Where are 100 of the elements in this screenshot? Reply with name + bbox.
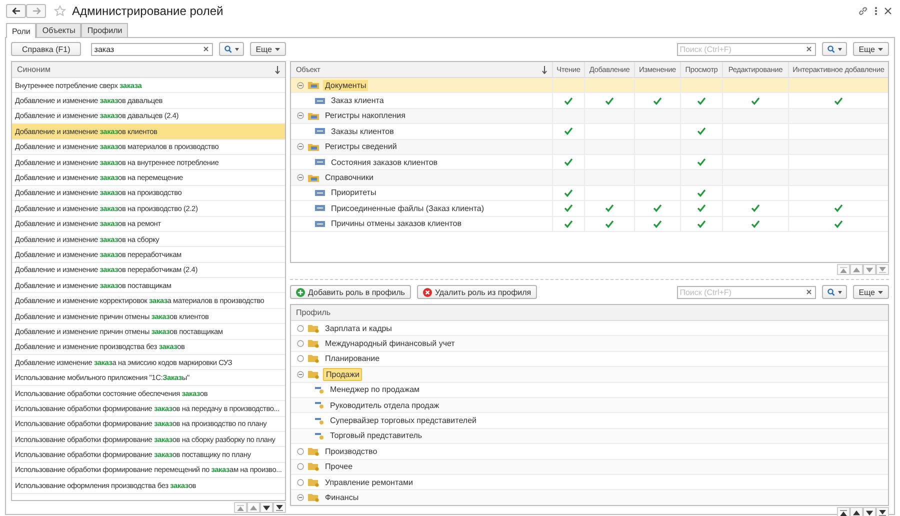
first-icon (840, 510, 847, 516)
more-button[interactable]: Еще (852, 42, 889, 56)
folder-icon (308, 339, 319, 348)
collapse-icon[interactable] (297, 143, 304, 150)
down-arrow-icon (866, 510, 873, 516)
profile-name[interactable]: Планирование (323, 353, 382, 364)
more-button[interactable]: Еще (250, 42, 286, 56)
more-button[interactable]: Еще (852, 285, 889, 299)
help-button[interactable]: Справка (F1) (11, 42, 82, 56)
role-name[interactable]: Торговый представитель (330, 431, 422, 440)
folder-icon (308, 112, 319, 120)
search-button[interactable] (822, 285, 847, 299)
caret-icon (878, 48, 883, 50)
sort-arrow-icon (275, 66, 280, 74)
profile-name[interactable]: Прочее (323, 461, 355, 472)
group-name[interactable]: Регистры сведений (323, 141, 399, 152)
group-name[interactable]: Регистры накопления (323, 110, 408, 122)
add-role-button[interactable]: Добавить роль в профиль (290, 285, 411, 299)
collapse-icon[interactable] (297, 174, 304, 182)
expand-icon[interactable] (297, 448, 304, 455)
object-name[interactable]: Заказы клиентов (331, 126, 394, 136)
check-icon (605, 96, 614, 105)
search-icon (826, 288, 835, 296)
column-header[interactable]: Синоним (12, 62, 285, 78)
column-header[interactable]: Профиль (291, 305, 888, 321)
object-name[interactable]: Состояния заказов клиентов (331, 158, 438, 167)
role-icon (315, 386, 324, 394)
group-name[interactable]: Документы (323, 80, 368, 91)
profile-name[interactable]: Международный финансовый учет (323, 338, 457, 350)
object-icon (315, 190, 325, 196)
up-arrow-icon (853, 510, 860, 516)
check-icon (653, 96, 662, 105)
profile-name[interactable]: Зарплата и кадры (323, 322, 394, 334)
object-icon (315, 128, 325, 134)
object-name[interactable]: Приоритеты (331, 188, 376, 198)
object-name[interactable]: Заказ клиента (331, 96, 384, 106)
role-name[interactable]: Менеджер по продажам (330, 385, 420, 394)
down-button[interactable] (260, 502, 273, 513)
remove-role-button[interactable]: Удалить роль из профиля (416, 285, 538, 299)
caret-icon (234, 48, 239, 50)
check-icon (697, 127, 706, 136)
clear-icon[interactable] (806, 46, 812, 52)
folder-icon (308, 492, 319, 502)
expand-icon[interactable] (297, 478, 304, 486)
collapse-icon[interactable] (297, 82, 304, 89)
object-icon (315, 159, 325, 166)
search-icon (224, 45, 232, 53)
last-icon (879, 510, 886, 516)
object-name[interactable]: Причины отмены заказов клиентов (331, 219, 462, 228)
clear-icon[interactable] (202, 46, 209, 52)
expand-icon[interactable] (297, 355, 304, 362)
last-button[interactable] (273, 502, 286, 513)
star-icon[interactable] (54, 5, 66, 17)
profile-name[interactable]: Продажи (323, 368, 362, 381)
group-name[interactable]: Справочники (323, 172, 376, 184)
role-name[interactable]: Супервайзер торговых представителей (330, 416, 476, 426)
folder-icon (308, 324, 319, 333)
search-button[interactable] (218, 42, 244, 56)
link-icon[interactable] (858, 6, 868, 16)
last-button[interactable] (876, 507, 889, 516)
clear-icon[interactable] (806, 289, 812, 295)
up-arrow-icon (853, 266, 860, 272)
search-button[interactable] (822, 42, 847, 56)
folder-icon (308, 478, 319, 487)
caret-icon (838, 290, 842, 294)
tab[interactable]: Объекты (36, 23, 82, 37)
object-icon (315, 98, 325, 104)
profile-name[interactable]: Финансы (323, 492, 361, 503)
tab[interactable]: Профили (81, 23, 128, 37)
collapse-icon[interactable] (297, 112, 304, 120)
down-button[interactable] (863, 507, 876, 516)
expand-icon[interactable] (297, 494, 304, 501)
folder-icon (308, 370, 319, 379)
tab[interactable]: Роли (6, 23, 36, 38)
check-icon (564, 158, 573, 166)
object-name[interactable]: Присоединенные файлы (Заказ клиента) (331, 204, 484, 213)
search-icon (826, 45, 835, 53)
role-name[interactable]: Руководитель отдела продаж (330, 400, 440, 410)
object-icon (315, 220, 325, 227)
expand-icon[interactable] (297, 340, 304, 348)
window-title: Администрирование ролей (72, 4, 224, 18)
expand-icon[interactable] (297, 463, 304, 470)
check-icon (697, 158, 706, 166)
more-icon[interactable] (874, 6, 878, 16)
profile-name[interactable]: Управление ремонтами (323, 476, 415, 488)
expand-icon[interactable] (297, 370, 304, 378)
last-icon (879, 266, 886, 272)
role-icon (315, 401, 324, 410)
close-icon[interactable] (884, 7, 892, 15)
down-arrow-icon (263, 504, 270, 510)
search-field[interactable]: заказ (91, 42, 213, 56)
profile-name[interactable]: Производство (323, 446, 380, 457)
expand-icon[interactable] (297, 324, 304, 332)
first-button[interactable] (837, 507, 850, 516)
plus-icon (296, 288, 305, 296)
folder-icon (308, 462, 319, 472)
up-button[interactable] (850, 507, 863, 516)
back-button[interactable] (6, 4, 26, 18)
sort-arrow-icon (542, 66, 547, 74)
delete-icon (422, 288, 432, 296)
